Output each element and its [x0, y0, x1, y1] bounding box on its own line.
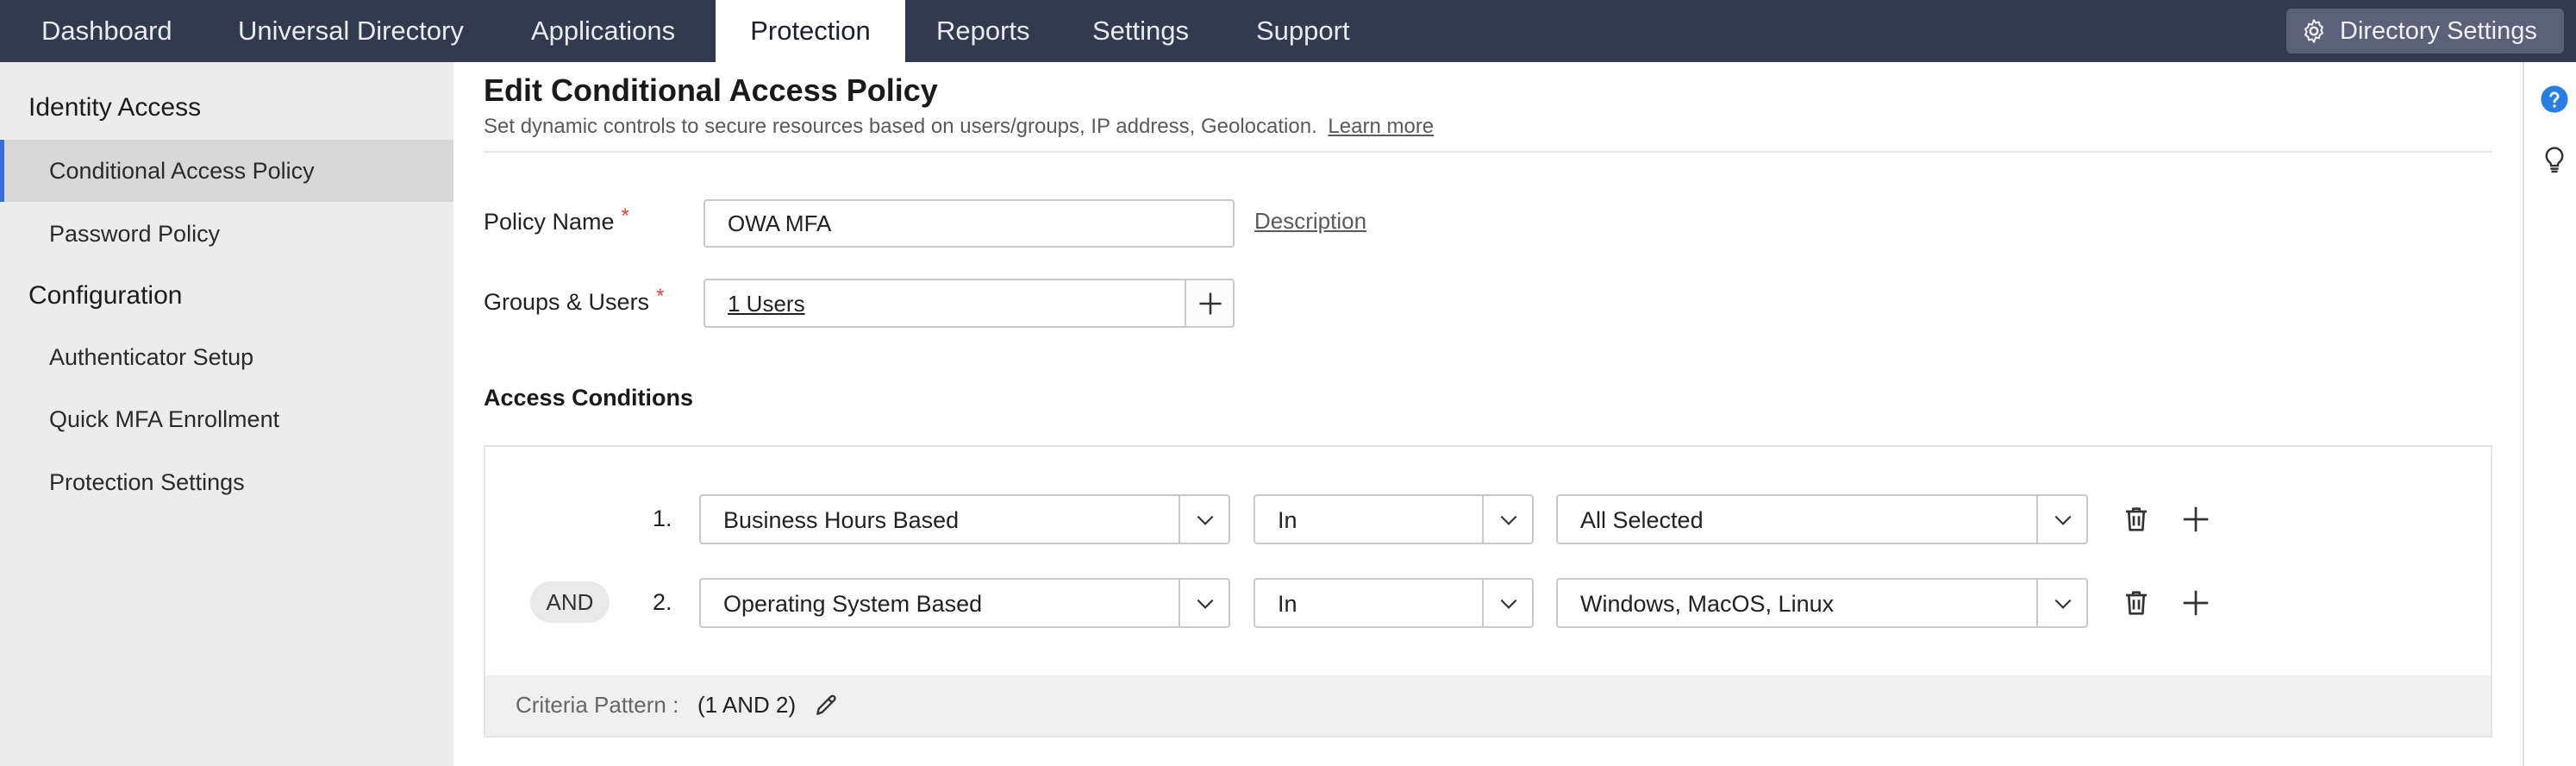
dropdown-toggle [1482, 496, 1532, 543]
criteria-pattern-value: (1 AND 2) [697, 692, 797, 718]
pencil-icon[interactable] [813, 691, 841, 719]
chevron-down-icon [1500, 599, 1517, 609]
page-subtitle: Set dynamic controls to secure resources… [484, 115, 1434, 139]
dropdown-toggle [1179, 496, 1229, 543]
nav-settings[interactable]: Settings [1061, 0, 1220, 62]
required-asterisk: * [656, 285, 665, 308]
chevron-down-icon [1197, 599, 1214, 609]
chevron-down-icon [2054, 515, 2072, 525]
condition-row-number: 2. [653, 589, 672, 615]
condition-operator-select[interactable]: In [1254, 494, 1534, 544]
policy-name-label: Policy Name * [484, 204, 629, 235]
sidebar-section-configuration: Configuration [28, 281, 183, 310]
dropdown-toggle [2036, 580, 2086, 626]
page-subtitle-text: Set dynamic controls to secure resources… [484, 115, 1317, 138]
groups-users-label: Groups & Users * [484, 285, 664, 316]
add-condition-icon[interactable] [2180, 587, 2211, 618]
sidebar: Identity Access Conditional Access Polic… [0, 62, 453, 766]
trash-icon[interactable] [2121, 504, 2152, 535]
sidebar-item-password-policy[interactable]: Password Policy [0, 203, 453, 265]
condition-value-select[interactable]: Windows, MacOS, Linux [1556, 578, 2088, 628]
dropdown-toggle [1482, 580, 1532, 626]
sidebar-item-protection-settings[interactable]: Protection Settings [0, 451, 453, 513]
sidebar-item-authenticator-setup[interactable]: Authenticator Setup [0, 326, 453, 388]
add-users-button[interactable] [1185, 279, 1235, 328]
required-asterisk: * [621, 204, 629, 228]
policy-name-label-text: Policy Name [484, 209, 615, 235]
nav-reports[interactable]: Reports [905, 0, 1061, 62]
and-operator-badge: AND [530, 581, 610, 623]
directory-settings-button[interactable]: Directory Settings [2286, 9, 2564, 53]
nav-support[interactable]: Support [1225, 0, 1381, 62]
lightbulb-icon[interactable] [2540, 145, 2569, 174]
condition-type-select[interactable]: Operating System Based [699, 578, 1230, 628]
nav-dashboard[interactable]: Dashboard [10, 0, 203, 62]
chevron-down-icon [1197, 515, 1214, 525]
nav-protection[interactable]: Protection [716, 0, 905, 62]
learn-more-link[interactable]: Learn more [1328, 115, 1434, 138]
sidebar-item-conditional-access-policy[interactable]: Conditional Access Policy [0, 140, 453, 202]
condition-value-select[interactable]: All Selected [1556, 494, 2088, 544]
add-condition-icon[interactable] [2180, 504, 2211, 535]
selected-users-link[interactable]: 1 Users [728, 291, 805, 317]
top-navigation-bar: Dashboard Universal Directory Applicatio… [0, 0, 2576, 62]
right-utility-rail [2523, 62, 2576, 766]
condition-type-value: Operating System Based [723, 591, 983, 617]
condition-value-text: All Selected [1580, 507, 1704, 533]
description-link[interactable]: Description [1254, 208, 1366, 235]
groups-users-field: 1 Users [703, 279, 1185, 328]
criteria-pattern-label: Criteria Pattern : [516, 692, 679, 718]
page-title: Edit Conditional Access Policy [484, 72, 938, 108]
sidebar-item-quick-mfa-enrollment[interactable]: Quick MFA Enrollment [0, 388, 453, 450]
condition-value-text: Windows, MacOS, Linux [1580, 591, 1835, 617]
policy-name-input[interactable] [703, 199, 1235, 248]
condition-operator-select[interactable]: In [1254, 578, 1534, 628]
dropdown-toggle [1179, 580, 1229, 626]
nav-applications[interactable]: Applications [500, 0, 706, 62]
trash-icon[interactable] [2121, 587, 2152, 618]
access-conditions-heading: Access Conditions [484, 385, 694, 411]
directory-settings-label: Directory Settings [2340, 17, 2537, 45]
plus-icon [1199, 292, 1222, 315]
condition-row-number: 1. [653, 505, 672, 531]
groups-users-label-text: Groups & Users [484, 289, 650, 315]
nav-universal-directory[interactable]: Universal Directory [207, 0, 495, 62]
chevron-down-icon [1500, 515, 1517, 525]
condition-operator-value: In [1278, 591, 1297, 617]
sidebar-section-identity-access: Identity Access [28, 93, 202, 122]
condition-operator-value: In [1278, 507, 1297, 533]
help-icon[interactable] [2540, 85, 2569, 114]
chevron-down-icon [2054, 599, 2072, 609]
header-divider [484, 151, 2492, 153]
gear-icon [2304, 19, 2324, 43]
dropdown-toggle [2036, 496, 2086, 543]
condition-type-value: Business Hours Based [723, 507, 960, 533]
condition-type-select[interactable]: Business Hours Based [699, 494, 1230, 544]
